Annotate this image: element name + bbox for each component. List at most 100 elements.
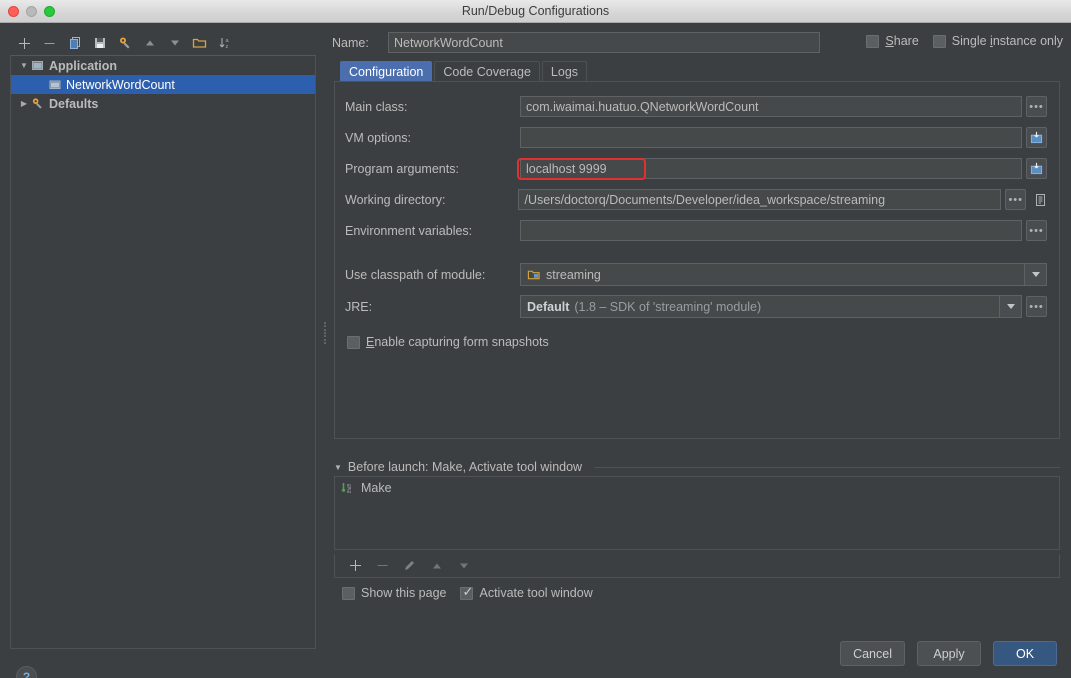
share-options-row: SSharehare Single instance only (866, 34, 1063, 48)
tab-configuration[interactable]: Configuration (340, 61, 433, 81)
name-label: Name: (332, 35, 369, 50)
program-arguments-row: Program arguments: (345, 158, 1051, 179)
help-button[interactable]: ? (16, 666, 37, 678)
before-launch-title: Before launch: Make, Activate tool windo… (347, 460, 583, 474)
copy-configuration-button[interactable] (62, 32, 87, 54)
main-class-input[interactable] (520, 96, 1022, 117)
ellipsis-icon: ••• (1008, 193, 1024, 206)
working-directory-input[interactable] (518, 189, 1002, 210)
show-this-page-checkbox[interactable] (342, 586, 355, 600)
apply-button[interactable]: Apply (917, 641, 981, 666)
configuration-editor-panel: Name: SSharehare Single instance only Co… (328, 23, 1071, 678)
module-icon (527, 268, 540, 281)
main-class-label: Main class: (345, 99, 408, 114)
program-arguments-expand-editor-button[interactable] (1026, 158, 1047, 179)
form-snapshots-checkbox[interactable] (347, 335, 360, 349)
svg-text:z: z (225, 44, 228, 50)
new-folder-icon[interactable] (187, 32, 212, 54)
vm-options-input[interactable] (520, 127, 1022, 148)
before-launch-task-make[interactable]: 01 10 01 Make (335, 477, 1059, 499)
vm-options-expand-editor-button[interactable] (1026, 127, 1047, 148)
sort-az-icon[interactable]: a z (212, 32, 237, 54)
collapse-twisty-icon[interactable]: ▶ (17, 94, 31, 113)
ok-button[interactable]: OK (993, 641, 1057, 666)
edit-task-pencil-icon[interactable] (397, 555, 422, 577)
before-launch-toolbar (334, 554, 1060, 578)
share-label: SSharehare (885, 34, 919, 48)
name-row: Name: (332, 32, 820, 53)
tree-node-networkwordcount[interactable]: NetworkWordCount (11, 75, 315, 94)
classpath-module-label: Use classpath of module: (345, 267, 486, 282)
vm-options-row: VM options: (345, 127, 1051, 148)
classpath-module-combobox[interactable]: streaming (520, 263, 1047, 286)
move-down-button[interactable] (162, 32, 187, 54)
program-arguments-input[interactable] (520, 158, 1022, 179)
tree-node-label: Defaults (49, 96, 99, 111)
jre-combobox[interactable]: Default (1.8 – SDK of 'streaming' module… (520, 295, 1022, 318)
tree-node-application[interactable]: ▼ Application (11, 56, 315, 75)
move-up-button[interactable] (137, 32, 162, 54)
main-class-row: Main class: ••• (345, 96, 1051, 117)
tree-node-label: NetworkWordCount (66, 77, 175, 92)
ellipsis-icon: ••• (1029, 100, 1044, 113)
show-this-page-group[interactable]: Show this page (342, 586, 446, 600)
tree-node-defaults[interactable]: ▶ Defaults (11, 94, 315, 113)
remove-task-button[interactable] (370, 555, 395, 577)
classpath-module-row: Use classpath of module: streaming (345, 263, 1051, 286)
vm-options-label: VM options: (345, 130, 412, 145)
environment-variables-label: Environment variables: (345, 223, 473, 238)
working-directory-label: Working directory: (345, 192, 446, 207)
edit-defaults-wrench-icon[interactable] (112, 32, 137, 54)
cancel-button[interactable]: Cancel (840, 641, 905, 666)
make-icon: 01 10 01 (341, 482, 355, 495)
share-checkbox[interactable] (866, 34, 880, 48)
expand-twisty-icon[interactable]: ▼ (17, 56, 31, 75)
remove-configuration-button[interactable] (37, 32, 62, 54)
classpath-dropdown-arrow-icon[interactable] (1024, 264, 1046, 285)
tab-logs[interactable]: Logs (541, 61, 588, 81)
environment-variables-browse-button[interactable]: ••• (1026, 220, 1047, 241)
jre-label: JRE: (345, 299, 373, 314)
program-arguments-label: Program arguments: (345, 161, 459, 176)
classpath-module-value: streaming (546, 267, 601, 282)
single-instance-checkbox-group[interactable]: Single instance only (932, 34, 1063, 48)
configuration-tab-content: Main class: ••• VM options: (334, 81, 1060, 439)
form-snapshots-row[interactable]: Enable capturing form snapshots (347, 335, 549, 349)
ellipsis-icon: ••• (1029, 224, 1044, 237)
ellipsis-icon: ••• (1029, 300, 1044, 313)
application-icon (31, 59, 44, 72)
tab-code-coverage[interactable]: Code Coverage (434, 61, 540, 81)
add-configuration-button[interactable] (12, 32, 37, 54)
configuration-tabs: Configuration Code Coverage Logs (340, 61, 588, 81)
save-configuration-button[interactable] (87, 32, 112, 54)
working-directory-macro-button[interactable] (1030, 189, 1051, 210)
configurations-tree[interactable]: ▼ Application NetworkWordCount ▶ Default… (10, 55, 316, 649)
move-task-down-button[interactable] (451, 555, 476, 577)
configurations-left-panel: a z ▼ Application NetworkWordCount ▶ Def… (0, 23, 326, 678)
show-this-page-label: Show this page (361, 586, 447, 600)
configurations-toolbar: a z (0, 31, 326, 55)
before-launch-twisty-icon[interactable]: ▼ (334, 463, 342, 472)
jre-value-description: (1.8 – SDK of 'streaming' module) (574, 299, 762, 314)
single-instance-checkbox[interactable] (932, 34, 946, 48)
working-directory-row: Working directory: ••• (345, 189, 1051, 210)
main-class-browse-button[interactable]: ••• (1026, 96, 1047, 117)
activate-tool-window-checkbox[interactable] (460, 584, 474, 600)
activate-tool-window-group[interactable]: Activate tool window (460, 584, 593, 600)
working-directory-browse-button[interactable]: ••• (1005, 189, 1027, 210)
window-titlebar: Run/Debug Configurations (0, 0, 1071, 23)
jre-dropdown-arrow-icon[interactable] (999, 296, 1021, 317)
svg-text:01: 01 (347, 490, 351, 494)
jre-browse-button[interactable]: ••• (1026, 296, 1047, 317)
before-launch-options: Show this page Activate tool window (342, 584, 593, 600)
dialog-buttons: Cancel Apply OK (840, 641, 1057, 666)
before-launch-divider (594, 466, 1060, 468)
before-launch-task-list[interactable]: 01 10 01 Make (334, 476, 1060, 550)
add-task-button[interactable] (343, 555, 368, 577)
name-input[interactable] (388, 32, 820, 53)
before-launch-header: ▼ Before launch: Make, Activate tool win… (334, 460, 1060, 474)
wrench-icon (31, 97, 44, 110)
move-task-up-button[interactable] (424, 555, 449, 577)
share-checkbox-group[interactable]: SSharehare (866, 34, 919, 48)
environment-variables-input[interactable] (520, 220, 1022, 241)
